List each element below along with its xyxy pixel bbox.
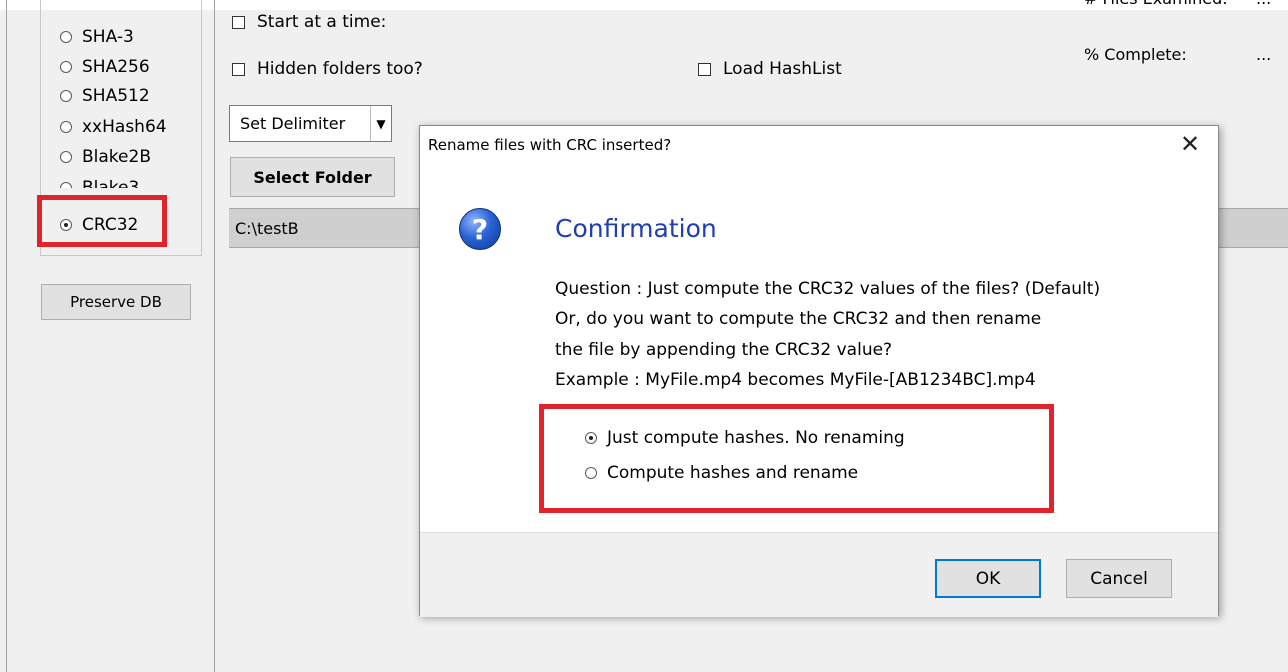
checkbox-box [232, 62, 245, 76]
preserve-db-button[interactable]: Preserve DB [41, 284, 191, 320]
load-hashlist-checkbox[interactable]: Load HashList [698, 59, 842, 79]
radio-sha512[interactable]: SHA512 [60, 84, 150, 108]
radio-label: SHA-3 [82, 27, 134, 47]
folder-path-text: C:\testB [235, 218, 299, 238]
delimiter-dropdown[interactable]: Set Delimiter ▼ [229, 105, 392, 142]
radio-xxhash64[interactable]: xxHash64 [60, 115, 167, 139]
cancel-label: Cancel [1090, 568, 1148, 589]
dialog-title: Rename files with CRC inserted? [428, 136, 672, 154]
radio-label: SHA512 [82, 86, 150, 106]
radio-sha3[interactable]: SHA-3 [60, 25, 134, 49]
radio-blake2b[interactable]: Blake2B [60, 145, 151, 169]
radio-label: Blake2B [82, 147, 151, 167]
options-highlight-box [539, 404, 1054, 513]
dialog-heading: Confirmation [555, 214, 717, 243]
checkbox-label: Start at a time: [257, 12, 387, 32]
ok-button[interactable]: OK [935, 559, 1041, 598]
percent-complete-value: ... [1256, 45, 1272, 64]
percent-complete-label: % Complete: [1084, 45, 1187, 64]
rename-confirmation-dialog: Rename files with CRC inserted? ✕ ? Conf… [419, 125, 1219, 617]
radio-indicator [60, 121, 72, 133]
checkbox-box [232, 15, 245, 29]
radio-blake3[interactable]: Blake3 [60, 176, 139, 188]
delimiter-value: Set Delimiter [240, 114, 346, 133]
message-line: Example : MyFile.mp4 becomes MyFile-[AB1… [555, 370, 1036, 390]
chevron-down-icon: ▼ [370, 106, 391, 141]
start-at-time-checkbox[interactable]: Start at a time: [232, 12, 386, 32]
radio-label: SHA256 [82, 57, 150, 77]
radio-indicator [60, 151, 72, 163]
ok-label: OK [975, 568, 1001, 589]
select-folder-label: Select Folder [253, 167, 372, 187]
question-icon: ? [459, 208, 501, 250]
crc32-highlight-box [37, 195, 167, 247]
checkbox-label: Load HashList [723, 59, 842, 79]
window-left-border [6, 0, 7, 672]
checkbox-label: Hidden folders too? [257, 59, 423, 79]
hidden-folders-checkbox[interactable]: Hidden folders too? [232, 59, 423, 79]
message-line: Question : Just compute the CRC32 values… [555, 279, 1101, 299]
files-examined-value: ... [1256, 0, 1271, 8]
radio-indicator [60, 182, 72, 188]
panel-divider [214, 0, 215, 672]
radio-sha256[interactable]: SHA256 [60, 55, 150, 79]
select-folder-button[interactable]: Select Folder [230, 157, 395, 197]
preserve-db-label: Preserve DB [70, 293, 162, 311]
radio-indicator [60, 90, 72, 102]
files-examined-label: # Files Examined: [1084, 0, 1228, 8]
message-line: the file by appending the CRC32 value? [555, 340, 893, 360]
close-icon[interactable]: ✕ [1176, 130, 1204, 158]
radio-label: xxHash64 [82, 117, 167, 137]
radio-indicator [60, 61, 72, 73]
radio-indicator [60, 31, 72, 43]
checkbox-box [698, 62, 711, 76]
cancel-button[interactable]: Cancel [1066, 559, 1172, 598]
radio-label: Blake3 [82, 178, 140, 188]
message-line: Or, do you want to compute the CRC32 and… [555, 309, 1042, 329]
